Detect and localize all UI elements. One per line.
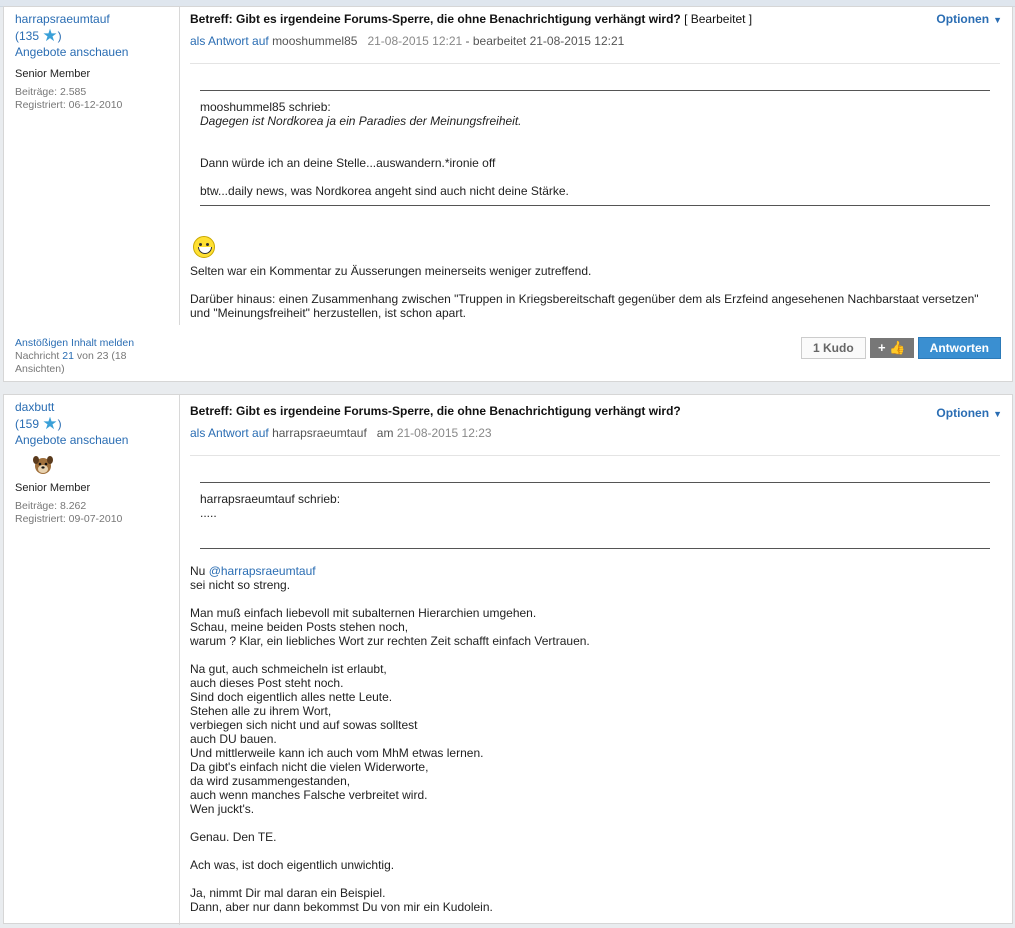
author-name-link[interactable]: daxbutt [15,399,175,415]
quote-block: mooshummel85 schrieb: Dagegen ist Nordko… [200,90,990,206]
body-line: Schau, meine beiden Posts stehen noch, [190,620,409,634]
body-paragraph: Genau. Den TE. [190,830,1000,844]
mention-prefix: Nu [190,564,206,578]
mention-link[interactable]: @harrapsraeumtauf [209,564,316,578]
view-offers-link[interactable]: Angebote anschauen [15,433,175,448]
author-post-count: Beiträge: 8.262 [15,500,87,512]
view-offers-link[interactable]: Angebote anschauen [15,45,175,60]
author-divider [179,395,180,925]
body-paragraph: Selten war ein Kommentar zu Äusserungen … [190,264,592,278]
body-line: warum ? Klar, ein liebliches Wort zur re… [190,634,590,648]
body-line: Genau. Den TE. [190,830,277,844]
body-paragraph: sei nicht so streng. [190,578,1000,592]
body-paragraph: Na gut, auch schmeicheln ist erlaubt, auc… [190,662,1000,816]
post-meta: als Antwort auf harrapsraeumtauf am 21-0… [190,426,1000,440]
author-name-link[interactable]: harrapsraeumtauf [15,11,175,27]
body-paragraphs: sei nicht so streng. Man muß einfach lieb… [190,578,1000,914]
content-separator [190,455,1000,456]
body-line: Da gibt's einfach nicht die vielen Wider… [190,760,429,774]
author-panel: harrapsraeumtauf (135 ★) Angebote anscha… [15,11,175,112]
body-line: Dann, aber nur dann bekommst Du von mir … [190,900,493,914]
quote-text: ..... [200,506,217,520]
reply-to-link[interactable]: als Antwort auf [190,426,269,440]
plus-label: + [877,340,886,355]
author-registered: Registriert: 09-07-2010 [15,513,123,525]
body-line: Stehen alle zu ihrem Wort, [190,704,332,718]
kudo-count-button[interactable]: 1 Kudo [801,337,866,359]
content-separator [190,63,1000,64]
body-line: Na gut, auch schmeicheln ist erlaubt, [190,662,387,676]
quote-header: mooshummel85 schrieb: [200,100,331,114]
star-icon: ★ [42,26,58,45]
post-content: Betreff: Gibt es irgendeine Forums-Sperr… [190,12,1000,334]
grinning-smiley-icon [193,236,215,258]
edited-tag: [ Bearbeitet ] [684,12,753,26]
body-line: da wird zusammengestanden, [190,774,351,788]
report-content-link[interactable]: Anstößigen Inhalt melden [15,337,165,350]
post-date: 21-08-2015 12:21 [367,34,463,48]
body-line: Wen juckt's. [190,802,255,816]
author-post-count: Beiträge: 2.585 [15,86,87,98]
star-icon: ★ [42,414,58,433]
body-paragraph: Man muß einfach liebevoll mit subalterne… [190,606,1000,648]
author-registered: Registriert: 06-12-2010 [15,99,123,111]
author-kudos[interactable]: (135 ★) [15,26,175,45]
body-line: auch DU bauen. [190,732,277,746]
message-number-link[interactable]: 21 [62,350,74,362]
post-actions: 1 Kudo + 👍 Antworten [801,337,1001,359]
edited-date: - bearbeitet 21-08-2015 12:21 [465,34,625,48]
body-paragraph: Ach was, ist doch eigentlich unwichtig. [190,858,1000,872]
body-line: Man muß einfach liebevoll mit subalterne… [190,606,537,620]
author-divider [179,7,180,325]
kudo-count-text: 159 [19,417,40,431]
message-label: Nachricht [15,350,60,362]
dog-avatar-icon [33,456,53,474]
quote-paragraph: btw...daily news, was Nordkorea angeht s… [200,184,569,198]
author-panel: daxbutt (159 ★) Angebote anschauen Senio… [15,399,175,526]
author-rank: Senior Member [15,68,91,80]
post-date: 21-08-2015 12:23 [396,426,492,440]
avatar[interactable] [31,454,55,476]
body-line: Ach was, ist doch eigentlich unwichtig. [190,858,395,872]
quote-header: harrapsraeumtauf schrieb: [200,492,341,506]
body-line: Sind doch eigentlich alles nette Leute. [190,690,393,704]
reply-to-user: harrapsraeumtauf [272,426,367,440]
author-kudos[interactable]: (159 ★) [15,414,175,433]
quote-paragraph: Dann würde ich an deine Stelle...auswand… [200,156,496,170]
post-subject: Betreff: Gibt es irgendeine Forums-Sperr… [190,12,1000,26]
date-prefix: am [376,426,394,440]
subject-text: Betreff: Gibt es irgendeine Forums-Sperr… [190,12,681,26]
body-paragraph: Darüber hinaus: einen Zusammenhang zwisc… [190,292,979,320]
post-meta: als Antwort auf mooshummel85 21-08-2015 … [190,34,1000,48]
body-line: auch dieses Post steht noch. [190,676,344,690]
forum-post: harrapsraeumtauf (135 ★) Angebote anscha… [3,6,1013,382]
post-body: Nu @harrapsraeumtauf sei nicht so streng… [190,564,1000,914]
post-subject: Betreff: Gibt es irgendeine Forums-Sperr… [190,404,681,418]
kudo-count-text: 135 [19,29,40,43]
quote-text: Dagegen ist Nordkorea ja ein Paradies de… [200,114,522,128]
quote-block: harrapsraeumtauf schrieb: ..... [200,482,990,549]
give-kudo-button[interactable]: + 👍 [869,338,914,358]
forum-post: daxbutt (159 ★) Angebote anschauen Senio… [3,394,1013,925]
body-line: auch wenn manches Falsche verbreitet wir… [190,788,428,802]
body-paragraph: Ja, nimmt Dir mal daran ein Beispiel. Dan… [190,886,1000,914]
reply-to-user: mooshummel85 [272,34,358,48]
body-line: Und mittlerweile kann ich auch vom MhM e… [190,746,484,760]
body-line: verbiegen sich nicht und auf sowas sollt… [190,718,418,732]
reply-to-link[interactable]: als Antwort auf [190,34,269,48]
body-line: Ja, nimmt Dir mal daran ein Beispiel. [190,886,386,900]
reply-button[interactable]: Antworten [917,337,1001,359]
post-content: Betreff: Gibt es irgendeine Forums-Sperr… [190,404,1000,928]
post-footer-info: Anstößigen Inhalt melden Nachricht 21 vo… [15,337,165,376]
thumbs-up-icon: 👍 [889,340,906,355]
body-line: sei nicht so streng. [190,578,291,592]
post-body: Selten war ein Kommentar zu Äusserungen … [190,264,1000,320]
author-rank: Senior Member [15,482,91,494]
